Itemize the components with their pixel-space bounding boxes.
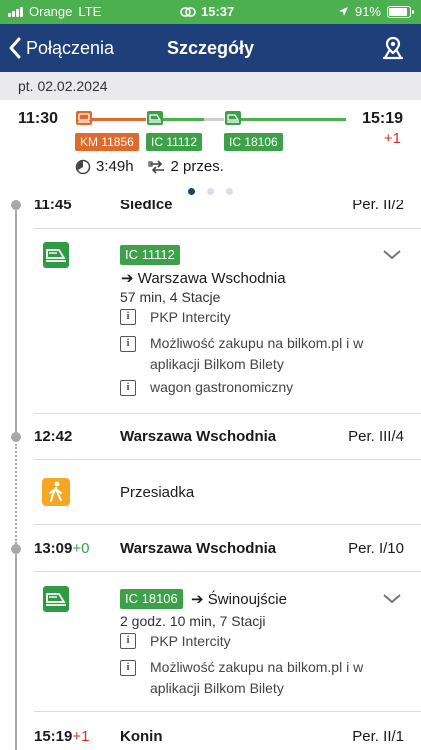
stop-time: 15:19 <box>34 728 73 745</box>
transfer-icon <box>147 159 164 174</box>
train-badge-ic1: IC 11112 <box>146 133 203 151</box>
info-text: wagon gastronomiczny <box>150 379 294 395</box>
stop-platform: Per. II/2 <box>352 200 404 213</box>
stop-delay: +0 <box>72 540 90 557</box>
stop-time: 11:45 <box>34 200 72 213</box>
link-icon <box>180 6 196 17</box>
nav-bar: Połączenia Szczegóły <box>0 24 421 72</box>
info-text: Możliwość zakupu na bilkom.pl i w <box>150 659 364 675</box>
train-duration: 2 godz. 10 min, 7 Stacji <box>120 613 266 629</box>
ic-train-icon <box>43 242 69 268</box>
date-bar: pt. 02.02.2024 <box>0 72 421 100</box>
status-bar: Orange LTE 15:37 91% <box>0 0 421 24</box>
train-direction: ➔ Świnoujście <box>191 591 287 608</box>
stop-delay: +1 <box>72 728 90 745</box>
stop-row[interactable]: 11:45 Siedlce Per. II/2 <box>0 200 421 224</box>
arrival-delay: +1 <box>383 130 401 147</box>
journey-summary[interactable]: 11:30 15:19 +1 KM 11856 IC 11112 IC 1810… <box>0 100 421 200</box>
info-text: Możliwość zakupu na bilkom.pl i w <box>150 335 364 351</box>
ic-train-icon <box>147 111 163 125</box>
train-badge: IC 11112 <box>120 245 180 265</box>
stop-platform: Per. II/1 <box>352 728 404 745</box>
stop-name: Warszawa Wschodnia <box>120 428 277 445</box>
transfer-count: 2 przes. <box>170 158 224 175</box>
divider <box>34 228 421 229</box>
arrival-time: 15:19 <box>362 110 403 127</box>
train-badge-ic2: IC 18106 <box>224 133 283 151</box>
battery-percent: 91% <box>354 4 381 19</box>
divider <box>34 711 421 712</box>
map-pin-icon[interactable] <box>381 36 405 60</box>
stop-time: 13:09 <box>34 540 73 557</box>
segment-line-km <box>84 118 146 121</box>
page-dot[interactable] <box>188 188 195 195</box>
clock-icon <box>75 159 91 174</box>
timeline-line <box>15 200 17 436</box>
stop-name: Siedlce <box>120 200 173 213</box>
transfer-label: Przesiadka <box>120 484 195 501</box>
chevron-left-icon <box>9 37 21 59</box>
carrier-label: Orange <box>29 4 73 19</box>
stop-row[interactable]: 15:19+1 Konin Per. II/1 <box>0 728 421 748</box>
info-text: aplikacji Bilkom Bilety <box>150 680 284 696</box>
stop-row[interactable]: 12:42 Warszawa Wschodnia Per. III/4 <box>0 428 421 448</box>
stop-row[interactable]: 13:09+0 Warszawa Wschodnia Per. I/10 <box>0 540 421 560</box>
info-icon: i <box>120 380 136 396</box>
train-direction: ➔ Warszawa Wschodnia <box>121 270 286 287</box>
km-train-icon <box>76 111 92 125</box>
timeline-transfer-dots <box>15 444 17 544</box>
stop-name: Konin <box>120 728 163 745</box>
segment-line-ic2 <box>240 118 346 121</box>
divider <box>34 459 421 460</box>
info-icon: i <box>120 633 136 649</box>
stop-time-group: 13:09+0 <box>34 540 89 557</box>
train-duration: 57 min, 4 Stacje <box>120 289 221 305</box>
page-indicator[interactable] <box>0 188 421 195</box>
clock: 15:37 <box>201 4 235 19</box>
divider <box>34 524 421 525</box>
divider <box>34 413 421 414</box>
stop-platform: Per. III/4 <box>348 428 404 445</box>
connection-details-list[interactable]: 11:45 Siedlce Per. II/2 IC 11112 ➔ Warsz… <box>0 200 421 750</box>
info-icon: i <box>120 660 136 676</box>
ic-train-icon <box>43 586 69 612</box>
timeline-line <box>15 548 17 750</box>
battery-icon <box>387 5 414 18</box>
divider <box>34 571 421 572</box>
info-text: aplikacji Bilkom Bilety <box>150 356 284 372</box>
chevron-down-icon[interactable] <box>383 594 401 604</box>
train-badge-km: KM 11856 <box>75 133 139 151</box>
stop-time-group: 15:19+1 <box>34 728 89 745</box>
network-label: LTE <box>78 4 102 19</box>
page-dot[interactable] <box>207 188 214 195</box>
chevron-down-icon[interactable] <box>383 250 401 260</box>
walk-icon <box>42 478 70 506</box>
signal-icon <box>8 6 23 17</box>
stop-name: Warszawa Wschodnia <box>120 540 277 557</box>
page-dot[interactable] <box>226 188 233 195</box>
info-text: PKP Intercity <box>150 309 231 325</box>
info-text: PKP Intercity <box>150 633 231 649</box>
train-badge: IC 18106 <box>120 589 183 609</box>
stop-platform: Per. I/10 <box>348 540 404 557</box>
segment-line-transfer <box>204 118 224 121</box>
location-icon <box>338 7 348 16</box>
info-icon: i <box>120 309 136 325</box>
segment-line-ic1 <box>162 118 204 121</box>
back-button[interactable]: Połączenia <box>8 24 114 72</box>
back-label: Połączenia <box>26 37 115 58</box>
stop-time: 12:42 <box>34 428 73 445</box>
departure-time: 11:30 <box>18 110 59 127</box>
ic-train-icon <box>225 111 241 125</box>
info-icon: i <box>120 336 136 352</box>
journey-duration: 3:49h <box>96 158 134 175</box>
